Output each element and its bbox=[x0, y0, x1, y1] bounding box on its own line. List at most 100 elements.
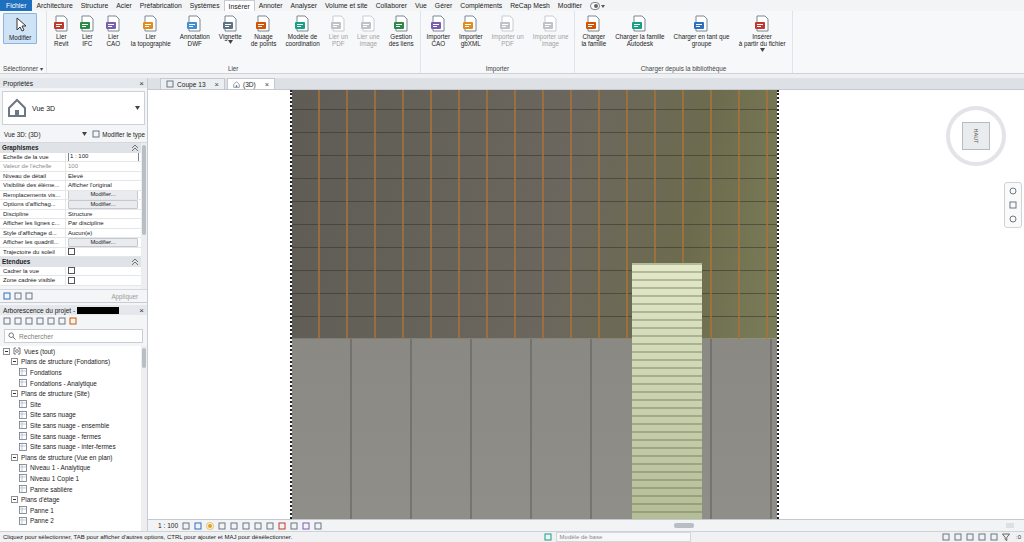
tree-item[interactable]: Plans de structure (Vue en plan) bbox=[0, 452, 141, 463]
property-checkbox[interactable] bbox=[68, 248, 75, 255]
family-icon[interactable] bbox=[36, 317, 44, 325]
crop-region-icon[interactable] bbox=[254, 522, 262, 530]
view-icon[interactable] bbox=[3, 317, 11, 325]
browser-scrollbar[interactable] bbox=[141, 346, 147, 531]
visual-style-icon[interactable] bbox=[194, 522, 202, 530]
close-button[interactable]: × bbox=[139, 79, 144, 88]
menu-tab[interactable]: Fichier bbox=[0, 0, 32, 11]
menu-tab[interactable]: Annoter bbox=[255, 0, 287, 11]
detail-level-icon[interactable] bbox=[182, 522, 190, 530]
property-row[interactable]: Cadrer la vue bbox=[0, 267, 141, 277]
horizontal-scrollbar[interactable] bbox=[366, 523, 1002, 528]
ribbon-button[interactable]: Modifier bbox=[3, 13, 37, 44]
property-row[interactable]: Echelle de la vue1 : 100 bbox=[0, 153, 141, 163]
ribbon-button[interactable]: Modèle decoordination bbox=[282, 13, 322, 51]
zoom-icon[interactable] bbox=[1009, 215, 1017, 223]
property-checkbox[interactable] bbox=[68, 267, 75, 274]
button-dropdown-icon[interactable] bbox=[228, 40, 233, 44]
sheet-icon[interactable] bbox=[14, 317, 22, 325]
tree-item[interactable]: Vues (tout) bbox=[0, 346, 141, 357]
tree-item[interactable]: Panne sablière bbox=[0, 484, 141, 495]
menu-tab[interactable]: ReCap Mesh bbox=[506, 0, 554, 11]
menu-tab[interactable]: Préfabrication bbox=[136, 0, 186, 11]
properties-scrollbar[interactable] bbox=[141, 143, 147, 289]
pan-icon[interactable] bbox=[1009, 201, 1017, 209]
ribbon-button[interactable]: Vignette bbox=[216, 13, 245, 47]
temporary-icon[interactable] bbox=[290, 522, 298, 530]
viewcube[interactable]: HAUT bbox=[942, 102, 1010, 170]
property-row[interactable]: Style d'affichage d...Aucun(e) bbox=[0, 229, 141, 239]
tree-item[interactable]: Panne 2 bbox=[0, 516, 141, 527]
tree-item[interactable]: Niveau 1 Copie 1 bbox=[0, 473, 141, 484]
menu-tab[interactable]: Vue bbox=[411, 0, 431, 11]
tree-item[interactable]: Site sans nuage - fermes bbox=[0, 431, 141, 442]
sort-order-icon[interactable] bbox=[25, 292, 33, 300]
ribbon-button[interactable]: LierCAO bbox=[102, 13, 125, 51]
property-row[interactable]: Remplacements vis...Modifier... bbox=[0, 191, 141, 201]
property-row[interactable]: Zone cadrée visible bbox=[0, 276, 141, 286]
drag-icon[interactable] bbox=[990, 533, 998, 541]
tree-item[interactable]: Site bbox=[0, 399, 141, 410]
reveal-icon[interactable] bbox=[302, 522, 310, 530]
hide-icon[interactable] bbox=[278, 522, 286, 530]
property-checkbox[interactable] bbox=[68, 277, 75, 284]
workset-icon[interactable] bbox=[544, 533, 552, 541]
panel-label[interactable]: Lier bbox=[50, 64, 417, 73]
expand-toggle[interactable] bbox=[11, 496, 18, 503]
panel-toggle-icon[interactable] bbox=[590, 2, 606, 10]
navigation-bar[interactable] bbox=[1004, 182, 1022, 228]
menu-tab[interactable]: Analyser bbox=[287, 0, 321, 11]
ribbon-button[interactable]: Chargerla famille bbox=[578, 13, 609, 51]
ribbon-button[interactable]: LierRevit bbox=[50, 13, 73, 51]
menu-tab[interactable]: Architecture bbox=[32, 0, 76, 11]
ribbon-button[interactable]: Gestiondes liens bbox=[386, 13, 417, 51]
type-selector[interactable]: Vue 3D bbox=[2, 91, 145, 125]
ribbon-button[interactable]: LierIFC bbox=[76, 13, 99, 51]
select-links-icon[interactable] bbox=[942, 533, 950, 541]
tree-item[interactable]: Site sans nuage - inter-fermes bbox=[0, 441, 141, 452]
property-button[interactable]: Modifier... bbox=[68, 200, 138, 209]
property-button[interactable]: Modifier... bbox=[68, 191, 138, 200]
search-field[interactable]: Rechercher bbox=[4, 329, 143, 343]
select-pinned-icon[interactable] bbox=[966, 533, 974, 541]
expand-toggle[interactable] bbox=[11, 454, 18, 461]
tree-item[interactable]: Fondations - Analytique bbox=[0, 378, 141, 389]
menu-tab[interactable]: Collaborer bbox=[372, 0, 411, 11]
button-dropdown-icon[interactable] bbox=[760, 48, 765, 52]
ribbon-button[interactable]: Insérerà partir du fichier bbox=[736, 13, 789, 55]
property-row[interactable]: Valeur de l'échelle100 bbox=[0, 162, 141, 172]
steering-wheel-icon[interactable] bbox=[1009, 187, 1017, 195]
expand-toggle[interactable] bbox=[3, 348, 10, 355]
ribbon-button[interactable]: Importer unPDF bbox=[488, 13, 526, 51]
collapse-icon[interactable] bbox=[131, 144, 139, 152]
collapse-icon[interactable] bbox=[131, 258, 139, 266]
ribbon-button[interactable]: AnnotationDWF bbox=[177, 13, 213, 51]
panel-label[interactable]: Charger depuis la bibliothèque bbox=[578, 64, 788, 73]
property-row[interactable]: Options d'affichag...Modifier... bbox=[0, 200, 141, 210]
ribbon-button[interactable]: Charger la familleAutodesk bbox=[612, 13, 667, 51]
property-row[interactable]: Niveau de détailElevé bbox=[0, 172, 141, 182]
property-input[interactable]: 1 : 100 bbox=[68, 153, 139, 162]
ribbon-button[interactable]: Importer uneimage bbox=[530, 13, 572, 51]
menu-tab[interactable]: Structure bbox=[77, 0, 113, 11]
ribbon-button[interactable]: Lier uneimage bbox=[354, 13, 383, 51]
dropdown-icon[interactable] bbox=[82, 132, 87, 136]
drawing-canvas[interactable]: HAUT bbox=[148, 89, 1024, 519]
tree-item[interactable]: Niveau 1 - Analytique bbox=[0, 463, 141, 474]
ribbon-button[interactable]: ImporterCAO bbox=[424, 13, 453, 51]
select-face-icon[interactable] bbox=[978, 533, 986, 541]
menu-tab[interactable]: Systèmes bbox=[186, 0, 224, 11]
analytical-icon[interactable] bbox=[314, 522, 322, 530]
schedule-icon[interactable] bbox=[25, 317, 33, 325]
ribbon-button[interactable]: Lierla topographie bbox=[128, 13, 174, 51]
section-header[interactable]: Graphismes bbox=[0, 143, 141, 153]
menu-tab[interactable]: Compléments bbox=[456, 0, 506, 11]
link-icon[interactable] bbox=[58, 317, 66, 325]
apply-button[interactable]: Appliquer bbox=[105, 292, 144, 301]
select-underlay-icon[interactable] bbox=[954, 533, 962, 541]
edit-type-button[interactable]: Modifier le type bbox=[92, 130, 145, 138]
panel-label[interactable]: Importer bbox=[424, 64, 572, 73]
shadows-icon[interactable] bbox=[218, 522, 226, 530]
type-dropdown-icon[interactable] bbox=[135, 106, 140, 110]
expand-toggle[interactable] bbox=[11, 358, 18, 365]
